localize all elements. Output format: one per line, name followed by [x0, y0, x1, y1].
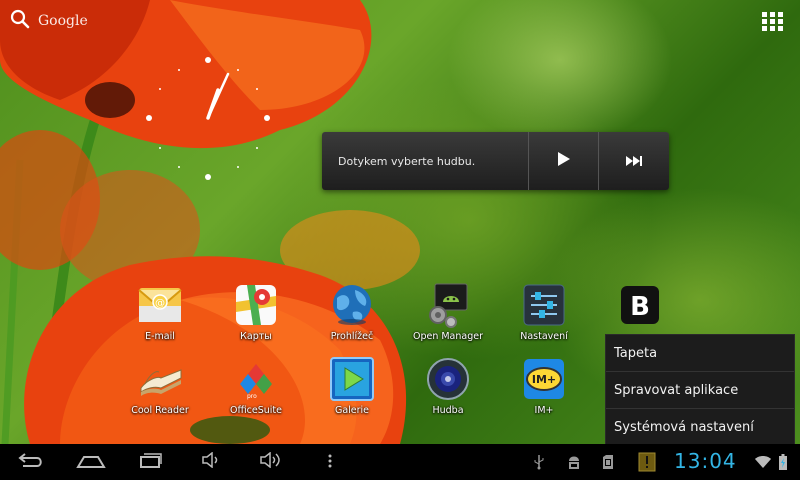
app-im-plus[interactable]: IM+ IM+ — [499, 356, 589, 416]
app-label: Карты — [240, 331, 272, 342]
app-officesuite[interactable]: pro OfficeSuite — [211, 356, 301, 416]
app-cool-reader[interactable]: Cool Reader — [115, 356, 205, 416]
volume-up-icon — [259, 451, 281, 472]
analog-clock-widget[interactable] — [140, 50, 280, 190]
volume-down-button[interactable] — [196, 444, 224, 480]
menu-item-manage-apps[interactable]: Spravovat aplikace — [606, 372, 794, 409]
app-label: Nastavení — [520, 331, 568, 342]
app-b[interactable]: B — [595, 282, 685, 331]
app-open-manager[interactable]: Open Manager — [403, 282, 493, 342]
play-button[interactable] — [528, 132, 598, 190]
app-maps[interactable]: Карты — [211, 282, 301, 342]
book-icon — [137, 356, 183, 402]
warning-icon[interactable] — [636, 444, 658, 480]
music-widget[interactable]: Dotykem vyberte hudbu. — [322, 132, 669, 190]
status-clock[interactable]: 13:04 — [674, 449, 737, 473]
svg-text:@: @ — [155, 298, 165, 309]
officesuite-icon: pro — [233, 356, 279, 402]
search-icon — [10, 9, 30, 33]
context-menu: Tapeta Spravovat aplikace Systémová nast… — [605, 334, 795, 447]
google-label: Google — [38, 13, 88, 29]
app-label: Open Manager — [412, 331, 484, 342]
b-app-icon: B — [617, 282, 663, 328]
app-music[interactable]: Hudba — [403, 356, 493, 416]
file-manager-icon — [425, 282, 471, 328]
gallery-icon — [329, 356, 375, 402]
wifi-icon[interactable] — [752, 444, 774, 480]
battery-icon[interactable] — [776, 444, 790, 480]
back-button[interactable] — [12, 444, 50, 480]
app-label: OfficeSuite — [230, 405, 282, 416]
google-search-bar[interactable]: Google — [10, 9, 88, 33]
menu-item-wallpaper[interactable]: Tapeta — [606, 335, 794, 372]
all-apps-grid-icon[interactable] — [762, 12, 784, 31]
usb-icon[interactable] — [530, 444, 548, 480]
skip-next-icon — [625, 152, 643, 171]
email-icon: @ — [137, 282, 183, 328]
app-browser[interactable]: Prohlížeč — [307, 282, 397, 342]
recent-apps-icon — [139, 452, 163, 472]
app-label: Prohlížeč — [330, 331, 374, 342]
home-icon — [76, 453, 106, 472]
music-speaker-icon — [425, 356, 471, 402]
system-bar: 13:04 — [0, 444, 800, 480]
sd-card-icon[interactable] — [598, 444, 618, 480]
svg-text:IM+: IM+ — [532, 373, 556, 386]
back-icon — [17, 452, 45, 472]
app-label: Hudba — [432, 405, 464, 416]
menu-item-system-settings[interactable]: Systémová nastavení — [606, 409, 794, 446]
home-button[interactable] — [72, 444, 110, 480]
app-email[interactable]: @ E-mail — [115, 282, 205, 342]
im-plus-icon: IM+ — [521, 356, 567, 402]
app-gallery[interactable]: Galerie — [307, 356, 397, 416]
app-label: Galerie — [334, 405, 370, 416]
app-label: E-mail — [145, 331, 175, 342]
app-settings[interactable]: Nastavení — [499, 282, 589, 342]
svg-text:B: B — [630, 292, 650, 322]
app-label: Cool Reader — [131, 405, 189, 416]
volume-up-button[interactable] — [254, 444, 286, 480]
maps-icon — [233, 282, 279, 328]
browser-globe-icon — [329, 282, 375, 328]
play-icon — [557, 151, 571, 171]
svg-text:pro: pro — [247, 393, 257, 400]
volume-down-icon — [201, 451, 219, 472]
next-track-button[interactable] — [598, 132, 668, 190]
overflow-menu-icon — [328, 453, 332, 472]
music-widget-prompt[interactable]: Dotykem vyberte hudbu. — [322, 155, 528, 168]
app-label: IM+ — [534, 405, 554, 416]
settings-sliders-icon — [521, 282, 567, 328]
overflow-menu-button[interactable] — [320, 444, 340, 480]
recent-apps-button[interactable] — [134, 444, 168, 480]
android-debug-icon[interactable] — [562, 444, 586, 480]
